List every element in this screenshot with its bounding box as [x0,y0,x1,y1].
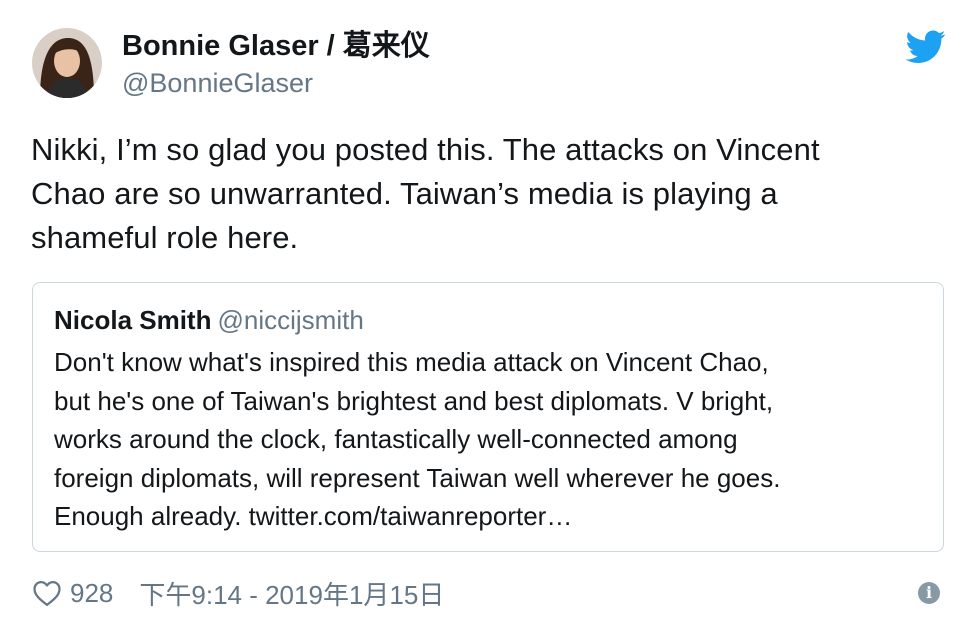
tweet-text: Nikki, I’m so glad you posted this. The … [31,132,820,255]
tweet-footer: 928 下午9:14 - 2019年1月15日 [32,574,444,612]
heart-icon[interactable] [32,579,62,607]
tweet-card: Bonnie Glaser / 葛来仪 @BonnieGlaser Nikki,… [0,0,974,628]
quoted-tweet-header: Nicola Smith @niccijsmith [54,303,364,337]
author-name[interactable]: Bonnie Glaser / 葛来仪 [122,28,430,64]
profile-photo [32,28,102,98]
info-icon[interactable]: i [918,582,940,604]
quoted-tweet-text: Don't know what's inspired this media at… [54,347,781,531]
twitter-bird-icon[interactable] [906,30,946,64]
tweet-timestamp[interactable]: 下午9:14 - 2019年1月15日 [139,575,444,612]
author-avatar[interactable] [32,28,102,98]
like-count[interactable]: 928 [70,578,113,609]
author-handle[interactable]: @BonnieGlaser [122,66,313,100]
quoted-tweet[interactable]: Nicola Smith @niccijsmith Don't know what… [32,282,944,552]
quoted-author-handle: @niccijsmith [217,305,364,335]
quoted-author-name: Nicola Smith [54,305,212,335]
